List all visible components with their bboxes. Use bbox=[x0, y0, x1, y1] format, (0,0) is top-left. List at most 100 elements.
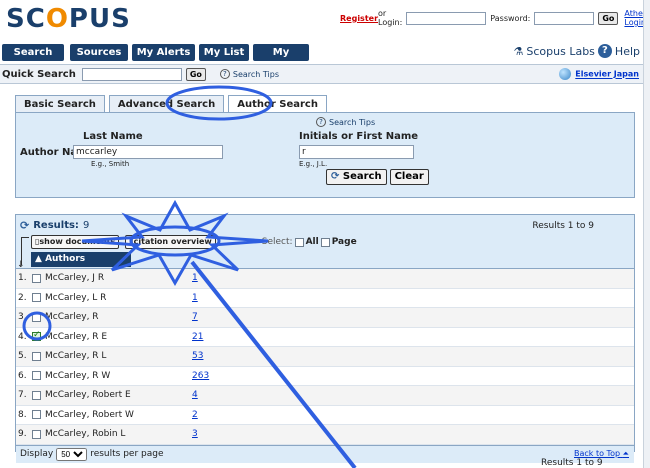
quick-search-go-button[interactable]: Go bbox=[185, 67, 206, 81]
select-all-checkbox[interactable] bbox=[294, 237, 304, 247]
search-button[interactable]: ⟳ Search bbox=[326, 169, 387, 185]
document-count-link[interactable]: 1 bbox=[192, 293, 198, 303]
username-field[interactable] bbox=[406, 11, 487, 25]
register-link[interactable]: Register bbox=[340, 14, 378, 23]
last-name-input[interactable]: mccarley bbox=[73, 145, 223, 159]
vertical-scrollbar[interactable] bbox=[643, 0, 650, 468]
results-tools: ▯show documents ▯citation overview Selec… bbox=[31, 235, 357, 249]
quick-search-tips-label: Search Tips bbox=[232, 69, 280, 79]
row-checkbox[interactable] bbox=[32, 429, 41, 439]
quick-search-tips[interactable]: ? Search Tips bbox=[219, 69, 280, 79]
results-range-top: Results 1 to 9 bbox=[532, 221, 594, 231]
flask-icon: ⚗ bbox=[513, 44, 524, 58]
author-name[interactable]: McCarley, L R bbox=[45, 293, 195, 303]
row-checkbox[interactable] bbox=[32, 330, 41, 342]
nav-sources[interactable]: Sources bbox=[70, 44, 128, 61]
document-count-link[interactable]: 1 bbox=[192, 273, 198, 283]
nav-my-list[interactable]: My List bbox=[199, 44, 249, 61]
row-number: 9. bbox=[18, 429, 27, 440]
table-row: 4. McCarley, R E21 bbox=[16, 328, 634, 347]
tab-advanced-search[interactable]: Advanced Search bbox=[108, 95, 225, 113]
author-name[interactable]: McCarley, Robin L bbox=[45, 429, 195, 439]
citation-overview-button[interactable]: ▯citation overview bbox=[125, 235, 216, 249]
arrow-up-icon: ⏶ bbox=[622, 449, 629, 458]
scopus-logo[interactable]: SCOPUS bbox=[6, 4, 131, 34]
back-to-top-label: Back to Top bbox=[574, 449, 621, 458]
main-nav: Search Sources My Alerts My List My Prof… bbox=[0, 44, 643, 75]
results-count: ⟳ Results: 9 bbox=[20, 219, 89, 232]
per-page-suffix: results per page bbox=[90, 449, 164, 459]
tab-basic-search[interactable]: Basic Search bbox=[15, 95, 105, 113]
author-search-panel: ? Search Tips Last Name Initials or Firs… bbox=[15, 112, 635, 198]
row-checkbox[interactable] bbox=[32, 293, 41, 303]
show-documents-button[interactable]: ▯show documents bbox=[31, 235, 120, 249]
document-count-link[interactable]: 4 bbox=[192, 390, 198, 400]
quick-search-label: Quick Search bbox=[2, 68, 76, 80]
help-circle-icon: ? bbox=[316, 117, 326, 127]
row-number: 1. bbox=[18, 273, 27, 284]
author-name[interactable]: McCarley, R E bbox=[45, 332, 195, 342]
select-page-checkbox[interactable] bbox=[320, 237, 330, 247]
author-name[interactable]: McCarley, R L bbox=[45, 351, 195, 361]
show-documents-label: show documents bbox=[39, 237, 116, 246]
table-row: 6. McCarley, R W 263 bbox=[16, 367, 634, 386]
elsevier-japan-label: Elsevier Japan bbox=[575, 69, 639, 79]
results-range-bottom: Results 1 to 9 bbox=[541, 458, 603, 468]
password-field[interactable] bbox=[534, 11, 595, 25]
athens-login-link[interactable]: Athens Login bbox=[624, 9, 643, 27]
refresh-icon: ⟳ bbox=[20, 219, 30, 232]
author-search-tips-label: Search Tips bbox=[329, 117, 376, 127]
author-name[interactable]: McCarley, R W bbox=[45, 371, 195, 381]
row-checkbox[interactable] bbox=[32, 351, 41, 361]
row-checkbox[interactable] bbox=[32, 371, 41, 381]
help-link[interactable]: Help bbox=[615, 45, 640, 58]
selection-bracket bbox=[17, 237, 29, 270]
nav-search[interactable]: Search bbox=[2, 44, 64, 61]
document-count-link[interactable]: 21 bbox=[192, 332, 203, 342]
author-name[interactable]: McCarley, J R bbox=[45, 273, 195, 283]
per-page-select[interactable]: 50 bbox=[56, 447, 88, 461]
elsevier-japan-link[interactable]: Elsevier Japan bbox=[559, 68, 639, 80]
globe-icon bbox=[559, 68, 572, 80]
document-count-link[interactable]: 3 bbox=[192, 429, 198, 439]
author-name[interactable]: McCarley, Robert E bbox=[45, 390, 195, 400]
table-row: 3. McCarley, R7 bbox=[16, 308, 634, 328]
select-all-label: All bbox=[305, 237, 319, 247]
row-checkbox[interactable] bbox=[32, 312, 41, 322]
row-number: 6. bbox=[18, 370, 27, 381]
clear-button[interactable]: Clear bbox=[389, 169, 429, 185]
results-list: 1. McCarley, J R 1 2. McCarley, L R 1 3. McCarl… bbox=[16, 269, 634, 445]
document-count-link[interactable]: 263 bbox=[192, 371, 209, 381]
scopus-page: SCOPUS Register or Login: Password: Go A… bbox=[0, 0, 643, 468]
help-icon[interactable]: ? bbox=[597, 44, 612, 58]
initials-input[interactable]: r bbox=[299, 145, 414, 159]
tab-author-search[interactable]: Author Search bbox=[228, 95, 327, 113]
authors-column-header[interactable]: ▲ Authors bbox=[31, 252, 131, 267]
sort-up-icon: ▲ bbox=[35, 254, 42, 264]
initials-example: E.g., J.L. bbox=[299, 160, 328, 168]
results-header: ⟳ Results: 9 Results 1 to 9 ▯show docume… bbox=[16, 215, 634, 270]
scopus-labs-link[interactable]: Scopus Labs bbox=[526, 45, 595, 58]
document-count-link[interactable]: 7 bbox=[192, 312, 198, 322]
document-count-link[interactable]: 2 bbox=[192, 410, 198, 420]
table-row: 7. McCarley, Robert E4 bbox=[16, 386, 634, 406]
citation-overview-label: citation overview bbox=[133, 237, 212, 246]
login-go-button[interactable]: Go bbox=[598, 11, 619, 25]
password-label: Password: bbox=[490, 13, 531, 23]
select-page-label: Page bbox=[331, 237, 357, 247]
authors-column-label: Authors bbox=[45, 254, 86, 264]
document-count-link[interactable]: 53 bbox=[192, 351, 203, 361]
results-label: Results: bbox=[33, 220, 79, 231]
quick-search-input[interactable] bbox=[81, 67, 182, 81]
author-name[interactable]: McCarley, Robert W bbox=[45, 410, 195, 420]
author-name[interactable]: McCarley, R bbox=[45, 312, 195, 322]
author-search-tips[interactable]: ? Search Tips bbox=[316, 117, 375, 127]
nav-my-alerts[interactable]: My Alerts bbox=[132, 44, 195, 61]
row-number: 7. bbox=[18, 390, 27, 401]
nav-my-profile[interactable]: My Profile bbox=[253, 44, 309, 75]
row-checkbox[interactable] bbox=[32, 390, 41, 400]
table-row: 1. McCarley, J R1 bbox=[16, 269, 634, 289]
row-checkbox[interactable] bbox=[32, 410, 41, 420]
last-name-example: E.g., Smith bbox=[91, 160, 130, 168]
row-checkbox[interactable] bbox=[32, 273, 41, 283]
